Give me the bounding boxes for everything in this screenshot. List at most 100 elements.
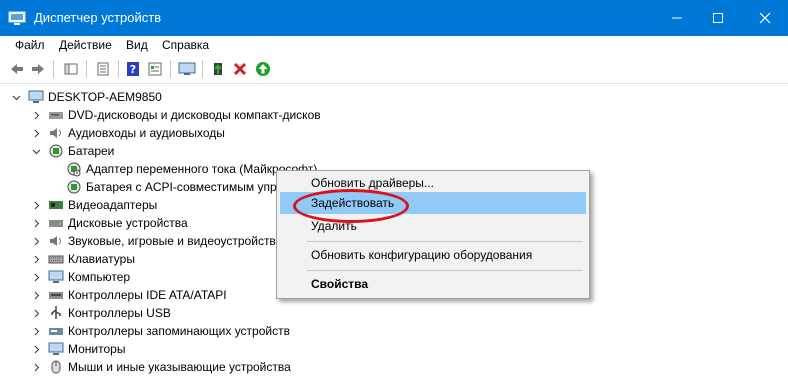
chevron-right-icon[interactable]: [30, 358, 42, 376]
tree-item-label: Контроллеры запоминающих устройств: [68, 324, 290, 338]
chevron-right-icon[interactable]: [30, 196, 42, 214]
monitor-icon: [48, 342, 64, 355]
properties-sheet-icon: [148, 62, 162, 76]
svg-text:?: ?: [130, 63, 136, 76]
menu-separator: [307, 270, 583, 271]
tree-item[interactable]: Мониторы: [30, 340, 350, 358]
chevron-down-icon[interactable]: [30, 142, 42, 160]
tree-item-label: Контроллеры IDE ATA/ATAPI: [68, 288, 227, 302]
device-manager-window: Диспетчер устройств Файл Действие Вид Сп…: [0, 0, 788, 379]
menu-item-label: Свойства: [311, 277, 369, 291]
forward-arrow-icon: [32, 64, 44, 74]
toolbar-separator: [118, 60, 119, 78]
computer-icon: [48, 270, 64, 283]
chevron-right-icon[interactable]: [30, 304, 42, 322]
menu-item-label: Обновить конфигурацию оборудования: [311, 248, 533, 262]
computer-icon: [28, 90, 44, 103]
forward-button[interactable]: [28, 59, 48, 79]
menu-bar: Файл Действие Вид Справка: [0, 36, 788, 56]
chevron-right-icon[interactable]: [30, 124, 42, 142]
chevron-right-icon[interactable]: [30, 232, 42, 250]
tree-item[interactable]: Батареи: [30, 142, 350, 160]
audio-icon: [50, 128, 61, 138]
device-manager-app-icon: [8, 11, 26, 25]
maximize-icon: [713, 13, 723, 23]
battery-icon: [49, 144, 63, 158]
battery-device-disabled-icon: [67, 162, 81, 177]
tree-item-label: Компьютер: [68, 270, 131, 284]
enable-device-button[interactable]: [253, 59, 273, 79]
minimize-button[interactable]: [654, 0, 700, 36]
ide-controller-icon: [49, 292, 63, 299]
details-icon: [97, 62, 109, 76]
chevron-right-icon[interactable]: [30, 250, 42, 268]
close-button[interactable]: [742, 0, 788, 36]
battery-device-icon: [67, 180, 81, 194]
tree-item-label: Видеоадаптеры: [68, 198, 158, 212]
tree-root[interactable]: DESKTOP-AEM9850: [10, 88, 310, 106]
dvd-drive-icon: [49, 112, 63, 119]
tree-item[interactable]: DVD-дисководы и дисководы компакт-дисков: [30, 106, 350, 124]
update-driver-button[interactable]: [208, 59, 228, 79]
tree-item-label: Звуковые, игровые и видеоустройства: [68, 234, 283, 248]
chevron-right-icon[interactable]: [30, 286, 42, 304]
disk-drive-icon: [49, 220, 63, 227]
tree-item-label: DVD-дисководы и дисководы компакт-дисков: [68, 108, 321, 122]
tree-item[interactable]: Контроллеры запоминающих устройств: [30, 322, 350, 340]
chevron-right-icon[interactable]: [30, 322, 42, 340]
toolbar: ?: [0, 56, 788, 84]
tree-item[interactable]: Контроллеры USB: [30, 304, 350, 322]
show-hide-tree-button[interactable]: [61, 59, 81, 79]
uninstall-button[interactable]: [230, 59, 250, 79]
minimize-icon: [672, 17, 682, 19]
back-button[interactable]: [7, 59, 27, 79]
menu-help[interactable]: Справка: [162, 38, 209, 52]
menu-action[interactable]: Действие: [59, 38, 112, 52]
mouse-icon: [51, 360, 61, 374]
details-button[interactable]: [93, 59, 113, 79]
chevron-down-icon[interactable]: [10, 88, 22, 106]
uninstall-x-icon: [233, 62, 247, 76]
monitor-icon: [178, 62, 196, 75]
menu-item-scan-hardware[interactable]: Обновить конфигурацию оборудования: [280, 244, 586, 266]
chevron-right-icon[interactable]: [30, 340, 42, 358]
tree-root-label: DESKTOP-AEM9850: [48, 90, 162, 104]
keyboard-icon: [48, 255, 64, 264]
tree-item-label: Дисковые устройства: [68, 216, 188, 230]
chevron-right-icon[interactable]: [30, 106, 42, 124]
enable-device-icon: [256, 62, 270, 76]
help-icon: ?: [127, 62, 139, 76]
help-button[interactable]: ?: [123, 59, 143, 79]
tree-item[interactable]: Аудиовходы и аудиовыходы: [30, 124, 350, 142]
context-menu: Обновить драйверы... Задействовать Удали…: [276, 170, 590, 299]
tree-item[interactable]: Мыши и иные указывающие устройства: [30, 358, 350, 376]
window-title: Диспетчер устройств: [34, 10, 162, 25]
tree-item-label: Контроллеры USB: [68, 306, 171, 320]
close-icon: [759, 12, 771, 24]
menu-view[interactable]: Вид: [126, 38, 148, 52]
tree-item-label: Батарея с ACPI-совместимым упр: [86, 180, 277, 194]
menu-item-properties[interactable]: Свойства: [280, 273, 586, 295]
annotation-circle: [293, 189, 409, 223]
tree-item-label: Аудиовходы и аудиовыходы: [68, 126, 225, 140]
tree-item-label: Клавиатуры: [68, 252, 135, 266]
maximize-button[interactable]: [695, 0, 741, 36]
toolbar-separator: [86, 60, 87, 78]
display-adapter-icon: [49, 201, 63, 209]
toolbar-separator: [202, 60, 203, 78]
chevron-right-icon[interactable]: [30, 268, 42, 286]
menu-file[interactable]: Файл: [15, 38, 45, 52]
properties-sheet-button[interactable]: [145, 59, 165, 79]
tree-item-label: Мониторы: [68, 342, 126, 356]
properties-icon: [64, 63, 78, 75]
chevron-right-icon[interactable]: [30, 214, 42, 232]
menu-separator: [307, 241, 583, 242]
tree-item-label: Мыши и иные указывающие устройства: [68, 360, 291, 374]
sound-icon: [50, 236, 61, 246]
scan-hardware-button[interactable]: [177, 59, 197, 79]
storage-controller-icon: [49, 328, 63, 335]
title-bar[interactable]: Диспетчер устройств: [0, 0, 788, 36]
update-driver-icon: [214, 63, 222, 75]
toolbar-separator: [53, 60, 54, 78]
toolbar-separator: [170, 60, 171, 78]
